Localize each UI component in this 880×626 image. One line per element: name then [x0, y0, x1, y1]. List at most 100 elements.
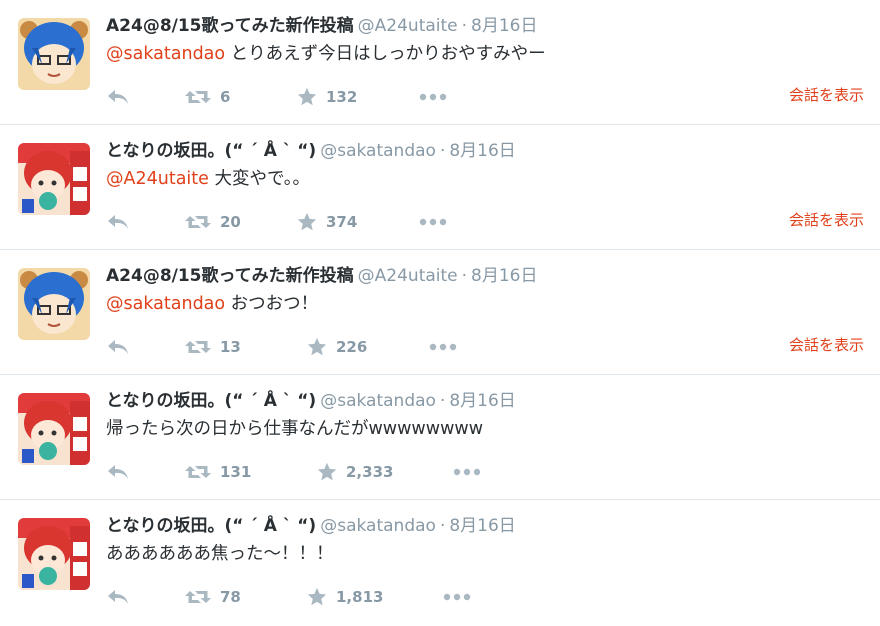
username[interactable]: @A24utaite [358, 16, 458, 36]
tweet-text: 帰ったら次の日から仕事なんだがwwwwwwww [106, 416, 483, 442]
favorite-count: 226 [336, 338, 368, 356]
timestamp[interactable]: 8月16日 [471, 16, 537, 36]
separator-dot: · [439, 391, 446, 411]
reply-button[interactable] [106, 82, 132, 112]
separator-dot: · [461, 266, 468, 286]
star-icon [297, 87, 317, 106]
view-conversation-link[interactable]: 会話を表示 [789, 82, 864, 108]
mention-link[interactable]: @A24utaite [106, 169, 209, 189]
mention-link[interactable]: @sakatandao [106, 44, 225, 64]
retweet-count: 131 [220, 463, 252, 481]
favorite-count: 132 [326, 88, 358, 106]
more-button[interactable] [428, 332, 458, 362]
reply-icon [108, 215, 128, 229]
more-button[interactable] [418, 82, 448, 112]
tweet-actions: 13 226 [106, 332, 866, 362]
star-icon [297, 212, 317, 231]
favorite-button[interactable]: 374 [296, 207, 357, 237]
star-icon [307, 587, 327, 606]
favorite-button[interactable]: 226 [306, 332, 367, 362]
timestamp[interactable]: 8月16日 [449, 516, 515, 536]
tweet-item[interactable]: となりの坂田。(“ ´ Å ` “) @sakatandao · 8月16日 ああああ… [0, 500, 880, 625]
fullname[interactable]: となりの坂田。(“ ´ Å ` “) [106, 141, 316, 161]
username[interactable]: @sakatandao [320, 391, 436, 411]
reply-icon [108, 90, 128, 104]
tweet-item[interactable]: A24@8/15歌ってみた新作投稿 @A24utaite · 8月16日 @sakat… [0, 250, 880, 375]
tweet-actions: 6 132 [106, 82, 866, 112]
avatar[interactable] [18, 393, 90, 465]
tweet-actions: 20 374 [106, 207, 866, 237]
more-dots-icon [453, 468, 481, 476]
reply-button[interactable] [106, 207, 132, 237]
tweet-item[interactable]: A24@8/15歌ってみた新作投稿 @A24utaite · 8月16日 @sakat… [0, 0, 880, 125]
star-icon [307, 337, 327, 356]
tweet-item[interactable]: となりの坂田。(“ ´ Å ` “) @sakatandao · 8月16日 @A24… [0, 125, 880, 250]
retweet-icon [185, 91, 211, 103]
tweet-header: となりの坂田。(“ ´ Å ` “) @sakatandao · 8月16日 [106, 389, 516, 413]
tweet-body: ああああああ焦った〜！！！ [106, 544, 334, 564]
retweet-icon [185, 216, 211, 228]
more-dots-icon [419, 218, 447, 226]
reply-button[interactable] [106, 332, 132, 362]
separator-dot: · [439, 516, 446, 536]
retweet-count: 20 [220, 213, 241, 231]
timestamp[interactable]: 8月16日 [471, 266, 537, 286]
favorite-count: 1,813 [336, 588, 384, 606]
avatar[interactable] [18, 143, 90, 215]
timestamp[interactable]: 8月16日 [449, 391, 515, 411]
fullname[interactable]: となりの坂田。(“ ´ Å ` “) [106, 516, 316, 536]
view-conversation-link[interactable]: 会話を表示 [789, 332, 864, 358]
reply-button[interactable] [106, 457, 132, 487]
tweet-text: @sakatandao とりあえず今日はしっかりおやすみやー [106, 41, 546, 67]
retweet-button[interactable]: 78 [184, 582, 241, 612]
reply-icon [108, 340, 128, 354]
retweet-count: 6 [220, 88, 231, 106]
retweet-count: 78 [220, 588, 241, 606]
favorite-button[interactable]: 1,813 [306, 582, 383, 612]
reply-button[interactable] [106, 582, 132, 612]
username[interactable]: @sakatandao [320, 516, 436, 536]
mention-link[interactable]: @sakatandao [106, 294, 225, 314]
view-conversation-link[interactable]: 会話を表示 [789, 207, 864, 233]
tweet-text: @A24utaite 大変やで。。 [106, 166, 310, 192]
more-button[interactable] [452, 457, 482, 487]
tweet-item[interactable]: となりの坂田。(“ ´ Å ` “) @sakatandao · 8月16日 帰ったら… [0, 375, 880, 500]
timestamp[interactable]: 8月16日 [449, 141, 515, 161]
more-button[interactable] [442, 582, 472, 612]
reply-icon [108, 465, 128, 479]
tweet-header: となりの坂田。(“ ´ Å ` “) @sakatandao · 8月16日 [106, 514, 516, 538]
tweet-header: A24@8/15歌ってみた新作投稿 @A24utaite · 8月16日 [106, 264, 538, 288]
favorite-count: 2,333 [346, 463, 394, 481]
more-dots-icon [429, 343, 457, 351]
retweet-count: 13 [220, 338, 241, 356]
retweet-button[interactable]: 131 [184, 457, 251, 487]
avatar[interactable] [18, 268, 90, 340]
tweet-body: 帰ったら次の日から仕事なんだがwwwwwwww [106, 419, 484, 439]
tweet-text: @sakatandao おつおつ！ [106, 291, 318, 317]
username[interactable]: @A24utaite [358, 266, 458, 286]
tweet-timeline: A24@8/15歌ってみた新作投稿 @A24utaite · 8月16日 @sakat… [0, 0, 880, 625]
more-button[interactable] [418, 207, 448, 237]
retweet-icon [185, 466, 211, 478]
retweet-button[interactable]: 20 [184, 207, 241, 237]
fullname[interactable]: A24@8/15歌ってみた新作投稿 [106, 266, 354, 286]
favorite-count: 374 [326, 213, 358, 231]
fullname[interactable]: A24@8/15歌ってみた新作投稿 [106, 16, 354, 36]
tweet-actions: 131 2,333 [106, 457, 866, 487]
retweet-button[interactable]: 13 [184, 332, 241, 362]
tweet-body: とりあえず今日はしっかりおやすみやー [225, 44, 546, 64]
favorite-button[interactable]: 2,333 [316, 457, 393, 487]
tweet-header: A24@8/15歌ってみた新作投稿 @A24utaite · 8月16日 [106, 14, 538, 38]
separator-dot: · [461, 16, 468, 36]
retweet-icon [185, 341, 211, 353]
reply-icon [108, 590, 128, 604]
retweet-button[interactable]: 6 [184, 82, 230, 112]
avatar[interactable] [18, 518, 90, 590]
tweet-text: ああああああ焦った〜！！！ [106, 541, 334, 567]
favorite-button[interactable]: 132 [296, 82, 357, 112]
more-dots-icon [443, 593, 471, 601]
retweet-icon [185, 591, 211, 603]
username[interactable]: @sakatandao [320, 141, 436, 161]
fullname[interactable]: となりの坂田。(“ ´ Å ` “) [106, 391, 316, 411]
avatar[interactable] [18, 18, 90, 90]
